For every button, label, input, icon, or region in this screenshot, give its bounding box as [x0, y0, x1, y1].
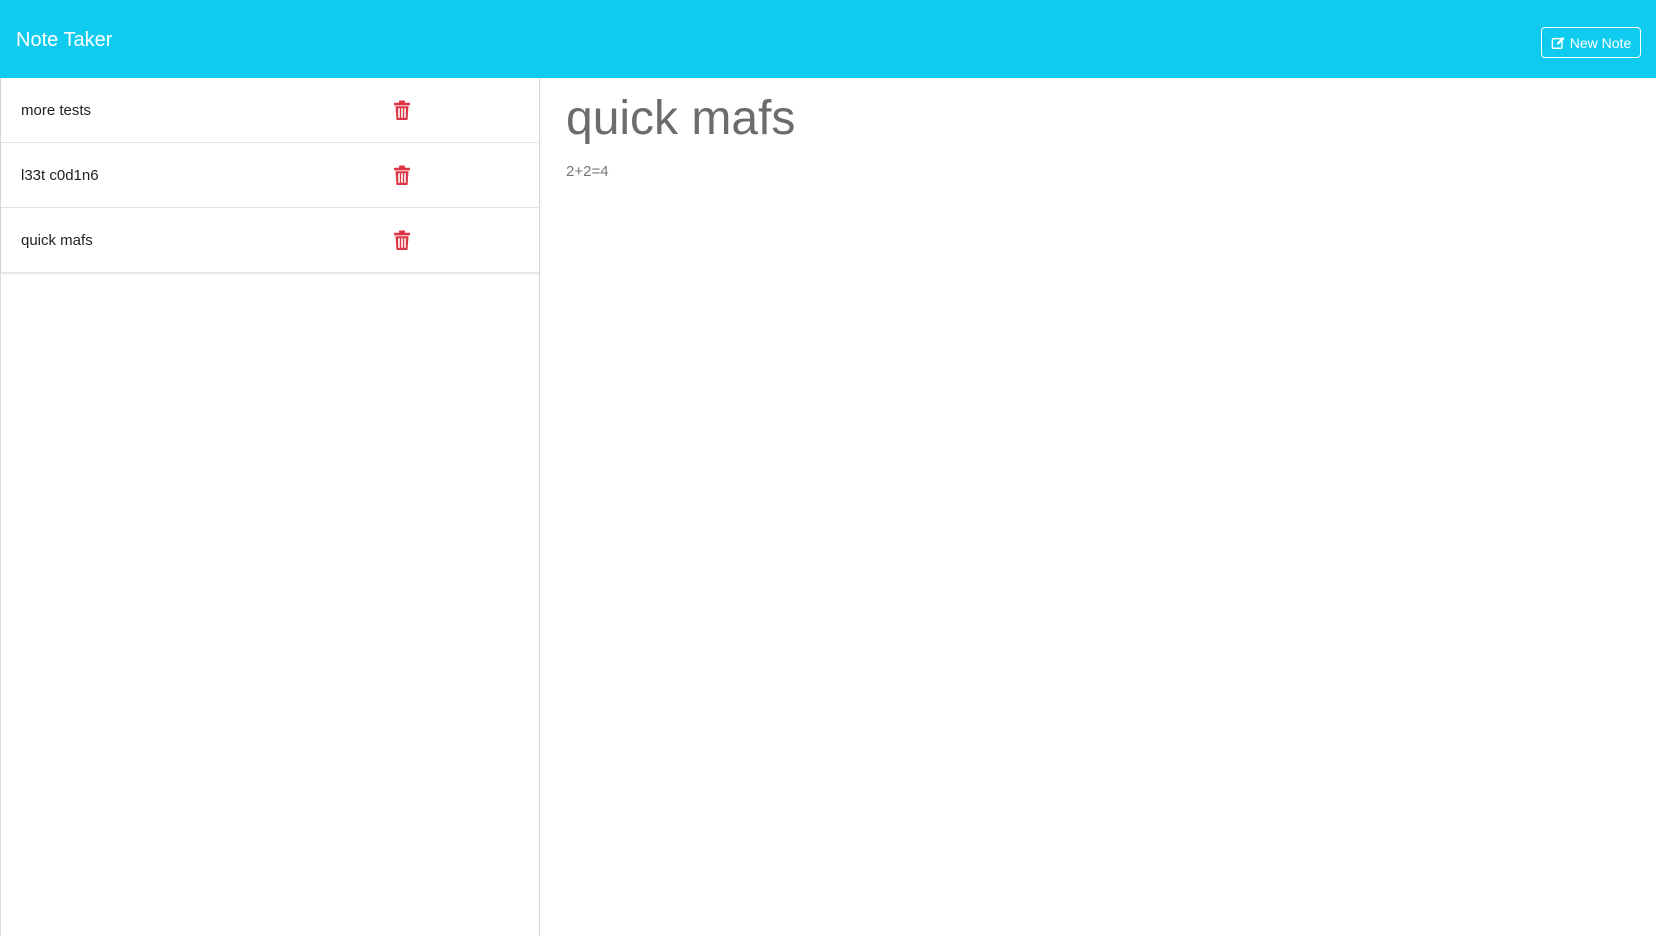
- list-item[interactable]: more tests: [1, 78, 540, 143]
- note-sidebar: more tests l33t c0d1n6 quick mafs: [0, 78, 540, 936]
- note-list: more tests l33t c0d1n6 quick mafs: [1, 78, 540, 273]
- edit-icon: [1551, 36, 1565, 49]
- list-item[interactable]: l33t c0d1n6: [1, 143, 540, 208]
- note-title: l33t c0d1n6: [21, 167, 99, 184]
- note-title: more tests: [21, 102, 92, 119]
- note-text-area[interactable]: 2+2=4: [566, 160, 609, 184]
- navbar: Note Taker New Note: [0, 0, 1656, 78]
- new-note-label: New Note: [1569, 34, 1632, 51]
- new-note-button[interactable]: New Note: [1541, 27, 1641, 58]
- trash-icon[interactable]: [394, 165, 410, 185]
- note-editor: quick mafs 2+2=4: [541, 78, 1656, 936]
- list-item[interactable]: quick mafs: [1, 208, 540, 273]
- trash-icon[interactable]: [394, 230, 410, 250]
- app-title[interactable]: Note Taker: [16, 26, 112, 54]
- note-title: quick mafs: [21, 232, 93, 249]
- trash-icon[interactable]: [394, 100, 410, 120]
- note-title-field[interactable]: quick mafs: [566, 86, 795, 152]
